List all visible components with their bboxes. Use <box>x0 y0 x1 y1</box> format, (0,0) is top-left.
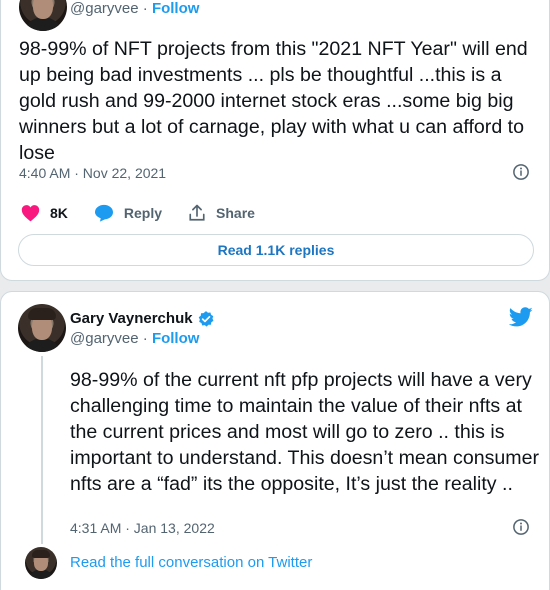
avatar[interactable] <box>18 304 66 352</box>
share-icon <box>189 204 205 221</box>
share-button[interactable]: Share <box>188 204 255 222</box>
author-handle-row: @garyvee · Follow <box>70 0 199 19</box>
timestamp[interactable]: 4:31 AM · Jan 13, 2022 <box>70 519 215 537</box>
tweet-card-1: @garyvee · Follow 98-99% of NFT projects… <box>0 0 550 281</box>
read-full-conversation-link[interactable]: Read the full conversation on Twitter <box>70 553 312 573</box>
tweet-text: 98-99% of NFT projects from this "2021 N… <box>19 38 528 164</box>
follow-button[interactable]: Follow <box>152 0 200 17</box>
thread-connector-line <box>41 356 43 544</box>
author-handle-row: @garyvee · Follow <box>70 329 199 349</box>
read-replies-button[interactable]: Read 1.1K replies <box>18 234 534 266</box>
avatar-small[interactable] <box>25 547 57 579</box>
timestamp[interactable]: 4:40 AM · Nov 22, 2021 <box>19 164 166 182</box>
author-name[interactable]: Gary Vaynerchuk <box>70 309 193 329</box>
author-name-row: Gary Vaynerchuk <box>70 309 215 329</box>
separator: · <box>138 0 152 17</box>
verified-badge-icon <box>198 311 214 327</box>
reply-button[interactable]: Reply <box>94 204 162 222</box>
like-button[interactable]: 8K <box>21 204 68 222</box>
separator: · <box>138 330 152 347</box>
reply-bubble-icon <box>94 204 113 222</box>
heart-icon <box>21 205 40 222</box>
action-bar: 8K Reply Share <box>21 204 281 222</box>
author-handle[interactable]: @garyvee <box>70 0 139 17</box>
tweet-card-2: Gary Vaynerchuk @garyvee · Follow 98-99%… <box>0 291 550 590</box>
info-icon[interactable] <box>512 518 530 536</box>
author-handle[interactable]: @garyvee <box>70 330 139 347</box>
reply-label: Reply <box>123 205 163 221</box>
like-count: 8K <box>50 205 68 221</box>
follow-button[interactable]: Follow <box>152 330 200 347</box>
avatar[interactable] <box>19 0 67 31</box>
tweet-text: 98-99% of the current nft pfp projects w… <box>70 369 540 495</box>
twitter-bird-icon[interactable] <box>509 305 533 329</box>
share-label: Share <box>216 205 255 221</box>
info-icon[interactable] <box>512 163 530 181</box>
